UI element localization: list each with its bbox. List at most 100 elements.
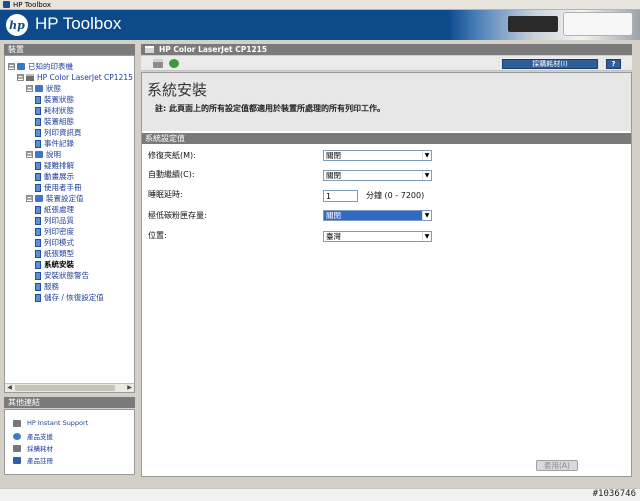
- tree-item[interactable]: 服務: [35, 281, 59, 292]
- tree-item-label: 安裝狀態警告: [44, 271, 89, 280]
- tree-expander-icon[interactable]: ⊟: [8, 63, 15, 70]
- apply-button[interactable]: 套用(A): [536, 460, 578, 471]
- tree-item-label: 事件記錄: [44, 139, 74, 148]
- page-title: 系統安裝: [147, 81, 208, 99]
- printer-icon: [13, 419, 21, 427]
- tree-item[interactable]: ⊟ 已知的印表機: [8, 61, 73, 72]
- jam-recovery-value: 關閉: [326, 151, 341, 160]
- tree-item[interactable]: ⊟ 說明: [26, 149, 61, 160]
- tree-item-label: 說明: [46, 150, 61, 159]
- sleep-delay-input[interactable]: 1: [323, 190, 358, 202]
- chevron-down-icon[interactable]: ▼: [422, 151, 431, 160]
- chevron-down-icon[interactable]: ▼: [422, 171, 431, 180]
- tree-item[interactable]: 耗材狀態: [35, 105, 74, 116]
- tree-item[interactable]: ⊟ HP Color LaserJet CP1215 (USB: [17, 72, 134, 83]
- tree-item-label: HP Color LaserJet CP1215 (USB: [37, 73, 134, 82]
- tree-item-label: 已知的印表機: [28, 62, 73, 71]
- folder-icon: [17, 63, 25, 70]
- links-pane-header: 其他連結: [4, 397, 135, 408]
- tree-item[interactable]: ⊟ 狀態: [26, 83, 61, 94]
- folder-icon: [35, 195, 43, 202]
- other-link-label: 產品註冊: [27, 457, 53, 465]
- jam-recovery-select[interactable]: 關閉 ▼: [323, 150, 432, 161]
- tree-expander-icon[interactable]: ⊟: [26, 151, 33, 158]
- tree-horizontal-scrollbar[interactable]: ◀ ▶: [5, 383, 134, 392]
- tree-item-label: 紙張類型: [44, 249, 74, 258]
- hp-logo-icon: hp: [6, 14, 28, 36]
- tree-item-label: 儲存 / 恢復設定值: [44, 293, 104, 302]
- page-icon: [35, 183, 41, 192]
- low-cartridge-select[interactable]: 關閉 ▼: [323, 210, 432, 221]
- tree-item[interactable]: ⊟ 裝置設定值: [26, 193, 84, 204]
- tree-item[interactable]: 列印品質: [35, 215, 74, 226]
- help-button[interactable]: ?: [606, 59, 621, 69]
- refresh-icon[interactable]: [169, 59, 179, 68]
- other-link[interactable]: 產品支援: [13, 431, 53, 441]
- app-banner: hp HP Toolbox: [0, 10, 640, 40]
- tree-item[interactable]: 裝置狀態: [35, 94, 74, 105]
- page-note: 註: 此頁面上的所有設定值都適用於裝置所處理的所有列印工作。: [155, 104, 385, 113]
- tree-expander-icon[interactable]: ⊟: [26, 85, 33, 92]
- tree-item[interactable]: 使用者手冊: [35, 182, 82, 193]
- page-icon: [35, 205, 41, 214]
- page-icon: [35, 117, 41, 126]
- tree-item[interactable]: 疑難排解: [35, 160, 74, 171]
- page-icon: [35, 238, 41, 247]
- tree-item[interactable]: 列印密度: [35, 226, 74, 237]
- page-icon: [35, 249, 41, 258]
- settings-content: 系統安裝 註: 此頁面上的所有設定值都適用於裝置所處理的所有列印工作。 系統設定…: [141, 72, 632, 477]
- jam-recovery-label: 修復夾紙(M):: [148, 151, 196, 160]
- auto-continue-select[interactable]: 關閉 ▼: [323, 170, 432, 181]
- page-icon: [35, 106, 41, 115]
- folder-icon: [35, 151, 43, 158]
- low-cartridge-label: 極低碳粉匣存量:: [148, 211, 207, 220]
- app-icon: [3, 1, 10, 8]
- tree-expander-icon[interactable]: ⊟: [26, 195, 33, 202]
- other-link-label: 採購耗材: [27, 445, 53, 453]
- device-header: HP Color LaserJet CP1215: [141, 44, 632, 55]
- other-link[interactable]: 採購耗材: [13, 443, 53, 453]
- tree-item[interactable]: 紙張處理: [35, 204, 74, 215]
- tree-item[interactable]: 裝置組態: [35, 116, 74, 127]
- page-icon: [35, 216, 41, 225]
- tree-item[interactable]: 儲存 / 恢復設定值: [35, 292, 104, 303]
- tree-item[interactable]: 事件記錄: [35, 138, 74, 149]
- scroll-right-icon[interactable]: ▶: [125, 384, 134, 392]
- other-link[interactable]: HP Instant Support: [13, 419, 88, 427]
- other-links-panel: HP Instant Support 產品支援採購耗材產品註冊: [4, 409, 135, 475]
- tree-item[interactable]: 列印模式: [35, 237, 74, 248]
- scroll-thumb[interactable]: [15, 385, 115, 391]
- sleep-delay-unit: 分鐘 (0 - 7200): [366, 191, 425, 200]
- toolbar: 採購耗材(I) ?: [141, 56, 632, 71]
- other-link-label: 產品支援: [27, 433, 53, 441]
- tree-item-label: 動畫展示: [44, 172, 74, 181]
- location-value: 臺灣: [326, 232, 341, 241]
- tree-item-label: 列印品質: [44, 216, 74, 225]
- tree-item[interactable]: 動畫展示: [35, 171, 74, 182]
- tree-item-label: 使用者手冊: [44, 183, 82, 192]
- chevron-down-icon[interactable]: ▼: [422, 232, 431, 241]
- tree-expander-icon[interactable]: ⊟: [17, 74, 24, 81]
- folder-icon: [35, 85, 43, 92]
- location-select[interactable]: 臺灣 ▼: [323, 231, 432, 242]
- page-icon: [35, 271, 41, 280]
- tree-item[interactable]: 紙張類型: [35, 248, 74, 259]
- tree-item-label: 耗材狀態: [44, 106, 74, 115]
- page-icon: [35, 128, 41, 137]
- other-link[interactable]: 產品註冊: [13, 455, 53, 465]
- tree-item[interactable]: 安裝狀態警告: [35, 270, 89, 281]
- tree-item-label: 列印密度: [44, 227, 74, 236]
- print-icon[interactable]: [153, 59, 163, 68]
- order-supplies-button[interactable]: 採購耗材(I): [502, 59, 598, 69]
- printer-icon: [26, 74, 34, 81]
- scroll-left-icon[interactable]: ◀: [5, 384, 14, 392]
- tree-item[interactable]: 列印資訊頁: [35, 127, 82, 138]
- tree-item-label: 疑難排解: [44, 161, 74, 170]
- tree-item-label: 裝置組態: [44, 117, 74, 126]
- tree-item[interactable]: 系統安裝: [35, 259, 74, 270]
- page-icon: [35, 95, 41, 104]
- auto-continue-value: 關閉: [326, 171, 341, 180]
- chevron-down-icon[interactable]: ▼: [422, 211, 431, 220]
- tree-item-label: 列印資訊頁: [44, 128, 82, 137]
- printer-icon: [13, 444, 21, 452]
